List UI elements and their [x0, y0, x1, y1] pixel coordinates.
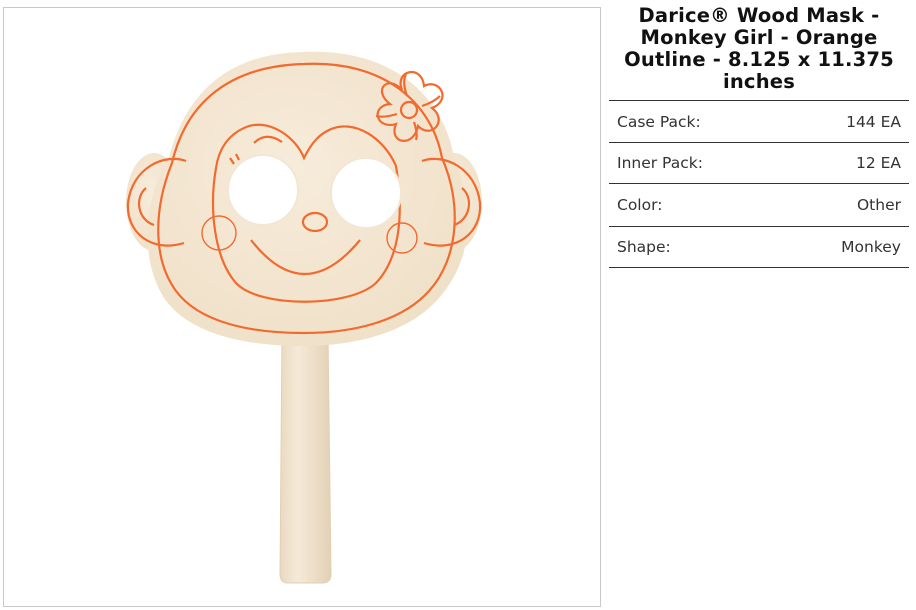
product-info-panel: Darice® Wood Mask - Monkey Girl - Orange… [609, 5, 909, 268]
product-title: Darice® Wood Mask - Monkey Girl - Orange… [624, 4, 894, 93]
spec-label: Shape: [617, 238, 671, 256]
spec-row-case-pack: Case Pack: 144 EA [609, 101, 909, 143]
spec-label: Case Pack: [617, 112, 701, 131]
left-eye-hole [227, 154, 299, 226]
spec-row-inner-pack: Inner Pack: 12 EA [609, 143, 909, 184]
spec-value: 12 EA [855, 154, 901, 172]
spec-row-color: Color: Other [609, 184, 909, 227]
spec-value: Monkey [841, 238, 901, 256]
product-image-frame[interactable] [3, 7, 601, 607]
spec-value: 144 EA [846, 112, 901, 131]
spec-label: Inner Pack: [617, 154, 703, 172]
spec-label: Color: [617, 196, 663, 214]
spec-row-shape: Shape: Monkey [609, 227, 909, 268]
spec-table: Case Pack: 144 EA Inner Pack: 12 EA Colo… [609, 100, 909, 268]
product-image [126, 51, 482, 584]
spec-value: Other [856, 196, 901, 214]
right-eye-hole [330, 157, 402, 229]
mask-handle [279, 333, 332, 584]
